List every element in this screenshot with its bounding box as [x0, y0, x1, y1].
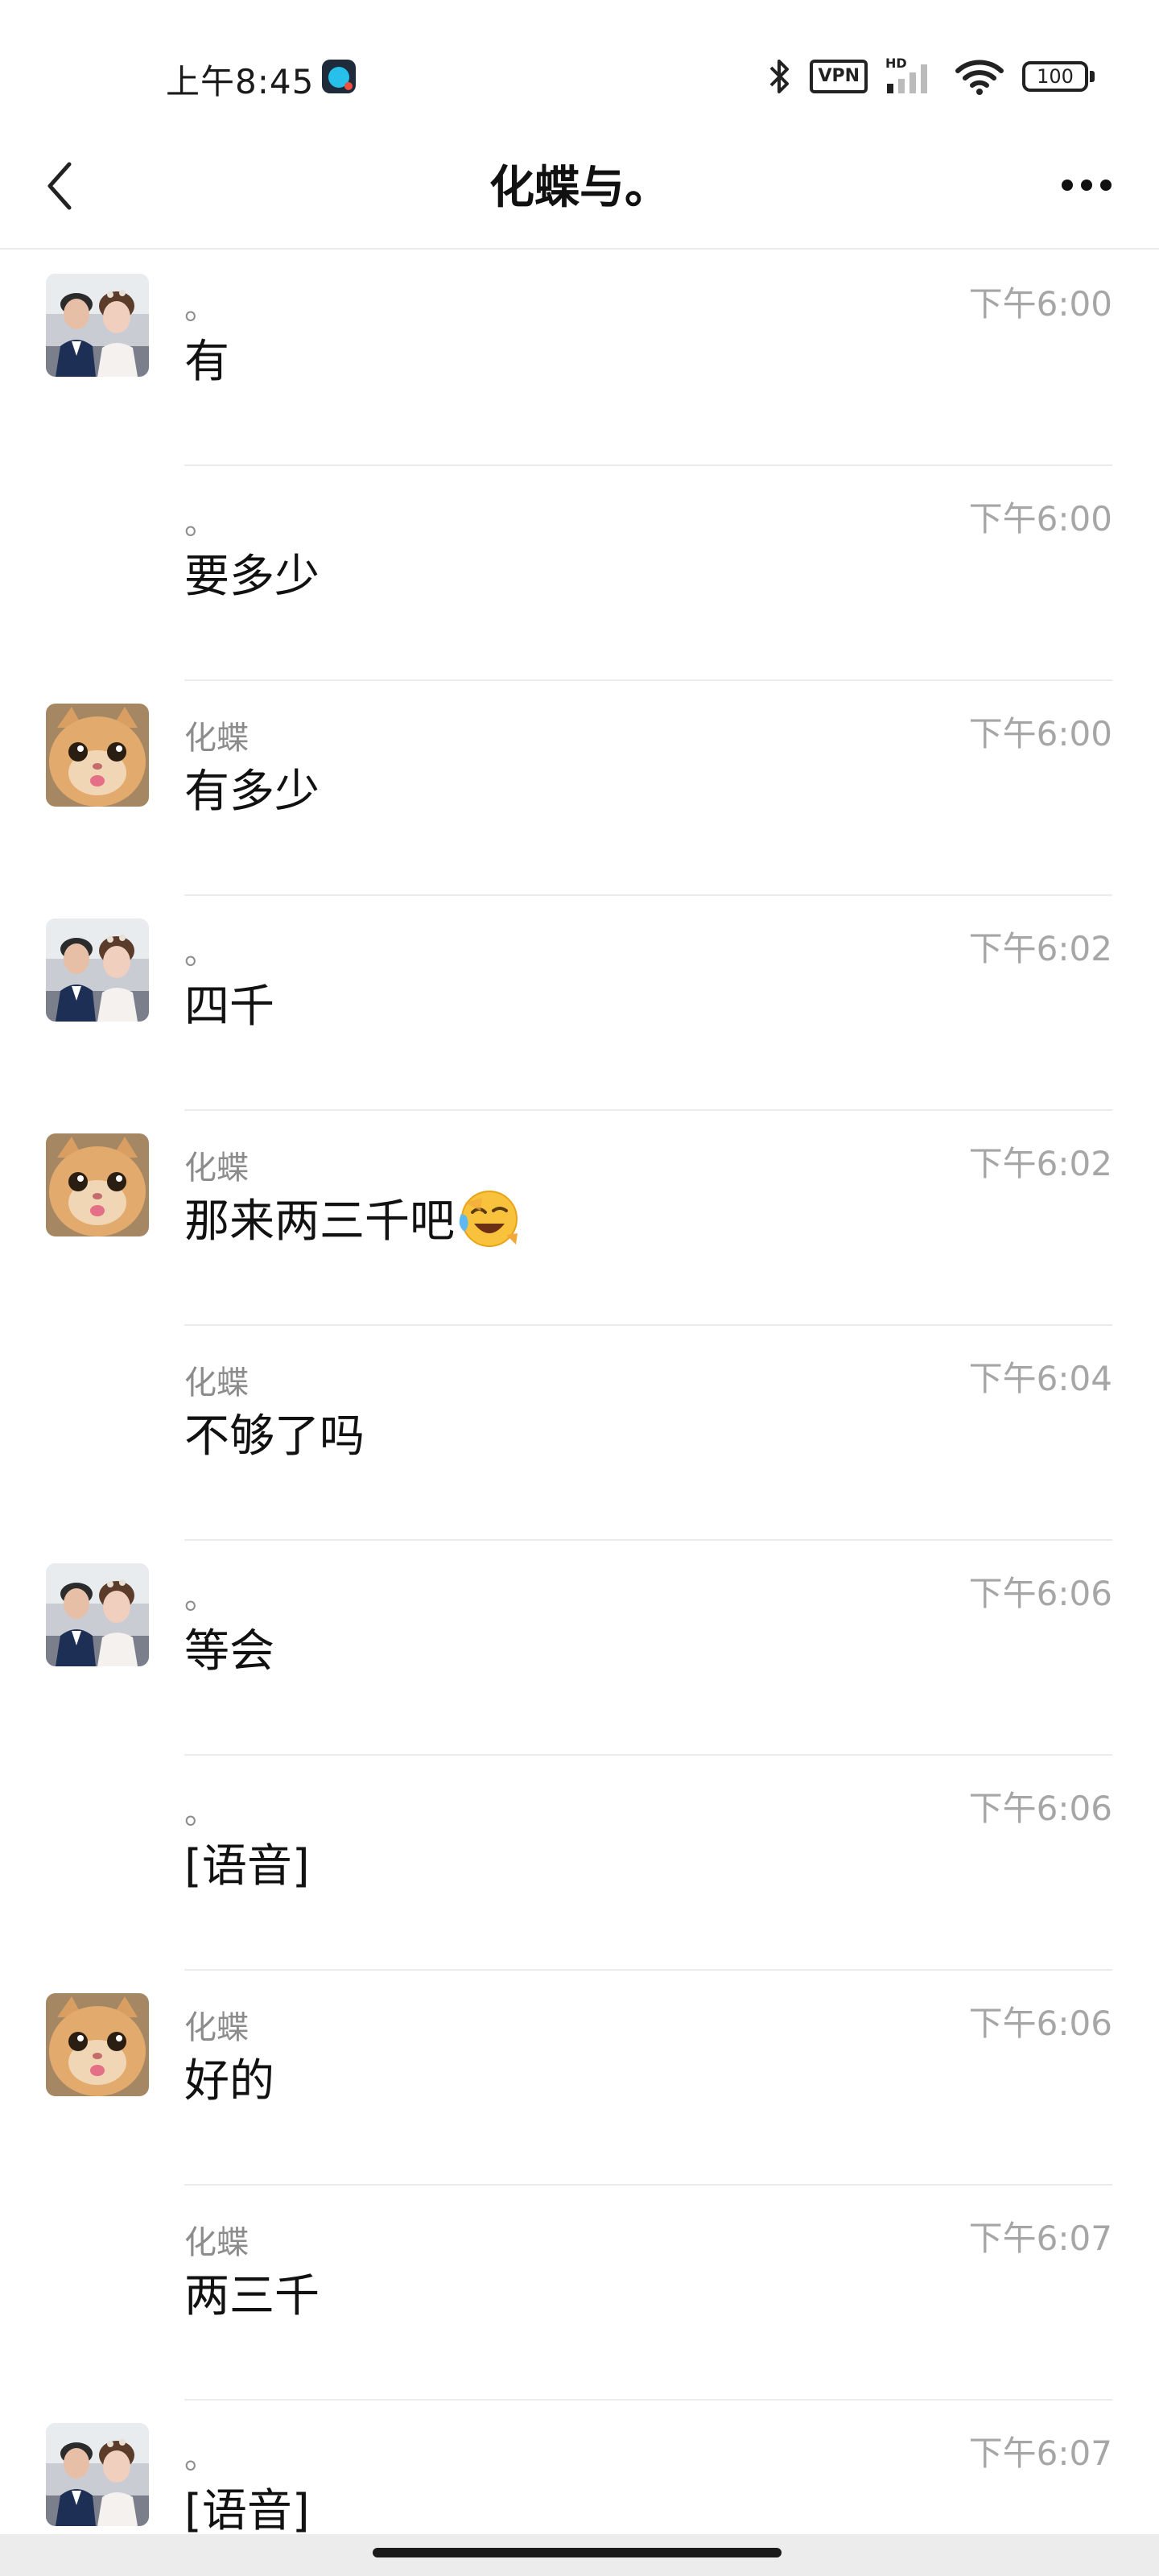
message-text: 好的	[184, 2045, 274, 2110]
message-item[interactable]: 化蝶 下午6:04 不够了吗	[0, 1326, 1159, 1541]
sender-name: 化蝶	[184, 1150, 249, 1187]
message-text-content: 不够了吗	[184, 1410, 365, 1463]
cat-avatar[interactable]	[46, 1133, 149, 1236]
message-time: 下午6:04	[968, 1359, 1112, 1398]
sender-name: 。	[184, 1579, 217, 1616]
battery-level: 100	[1022, 61, 1088, 92]
couple-avatar[interactable]	[46, 2423, 149, 2526]
message-time: 下午6:00	[968, 284, 1112, 324]
message-text-content: 有	[184, 336, 229, 388]
message-time: 下午6:06	[968, 1574, 1112, 1613]
status-icons: VPN HD 100	[768, 56, 1095, 97]
message-time: 下午6:02	[968, 929, 1112, 968]
message-text-content: [语音]	[184, 1840, 310, 1893]
battery-icon: 100	[1022, 61, 1095, 92]
sender-name: 化蝶	[184, 720, 249, 757]
message-time: 下午6:06	[968, 2004, 1112, 2043]
sender-name: 。	[184, 290, 217, 327]
laugh-cry-emoji	[458, 1187, 521, 1249]
message-text-content: 四千	[184, 980, 274, 1033]
message-text-content: 要多少	[184, 551, 320, 603]
sender-name: 化蝶	[184, 2009, 249, 2046]
message-text: 有	[184, 325, 229, 390]
more-options-button[interactable]	[1046, 157, 1127, 213]
more-dots-icon	[1062, 180, 1112, 191]
page-title: 化蝶与。	[489, 162, 670, 214]
message-text: 有多少	[184, 755, 320, 820]
bluetooth-icon	[770, 60, 790, 93]
message-text-content: 等会	[184, 1625, 274, 1678]
sender-name: 。	[184, 935, 217, 972]
hd-label: HD	[885, 56, 907, 71]
message-item[interactable]: 。 下午6:00 要多少	[0, 466, 1159, 681]
couple-avatar[interactable]	[46, 1563, 149, 1666]
message-item[interactable]: 化蝶 下午6:00 有多少	[0, 681, 1159, 896]
message-text-content: 好的	[184, 2055, 274, 2107]
cat-avatar[interactable]	[46, 1993, 149, 2096]
message-text: 等会	[184, 1615, 274, 1680]
message-item[interactable]: 。 下午6:02 四千	[0, 896, 1159, 1111]
message-text: 四千	[184, 970, 274, 1035]
message-time: 下午6:00	[968, 499, 1112, 539]
message-text-content: [语音]	[184, 2485, 310, 2537]
message-item[interactable]: 化蝶 下午6:07 两三千	[0, 2186, 1159, 2401]
sender-name: 。	[184, 2439, 217, 2476]
message-time: 下午6:07	[968, 2219, 1112, 2258]
message-time: 下午6:06	[968, 1789, 1112, 1828]
sender-name: 化蝶	[184, 2224, 249, 2261]
couple-avatar[interactable]	[46, 919, 149, 1022]
sender-name: 化蝶	[184, 1364, 249, 1402]
message-text: 两三千	[184, 2260, 320, 2325]
message-time: 下午6:07	[968, 2434, 1112, 2473]
wifi-icon	[955, 60, 1004, 95]
message-text: [语音]	[184, 1830, 310, 1895]
message-text-content: 有多少	[184, 766, 320, 818]
message-text-content: 那来两三千吧	[184, 1195, 455, 1248]
cat-avatar[interactable]	[46, 704, 149, 807]
message-time: 下午6:00	[968, 714, 1112, 753]
home-indicator[interactable]	[373, 2548, 782, 2557]
message-text: 不够了吗	[184, 1400, 365, 1465]
message-item[interactable]: 。 下午6:00 有	[0, 251, 1159, 466]
app-notification-icon	[322, 60, 356, 93]
message-text: [语音]	[184, 2475, 310, 2540]
status-time: 上午8:45	[166, 62, 315, 101]
message-text-content: 两三千	[184, 2270, 320, 2322]
message-text: 要多少	[184, 540, 320, 605]
couple-avatar[interactable]	[46, 274, 149, 377]
sender-name: 。	[184, 505, 217, 542]
signal-icon: HD	[885, 56, 927, 93]
message-text: 那来两三千吧	[184, 1185, 521, 1250]
message-item[interactable]: 。 下午6:06 等会	[0, 1541, 1159, 1756]
message-time: 下午6:02	[968, 1144, 1112, 1183]
message-item[interactable]: 化蝶 下午6:02 那来两三千吧	[0, 1111, 1159, 1326]
sender-name: 。	[184, 1794, 217, 1831]
vpn-icon: VPN	[810, 60, 868, 93]
message-item[interactable]: 化蝶 下午6:06 好的	[0, 1971, 1159, 2186]
chat-header: 化蝶与。	[0, 129, 1159, 250]
message-item[interactable]: 。 下午6:06 [语音]	[0, 1756, 1159, 1971]
